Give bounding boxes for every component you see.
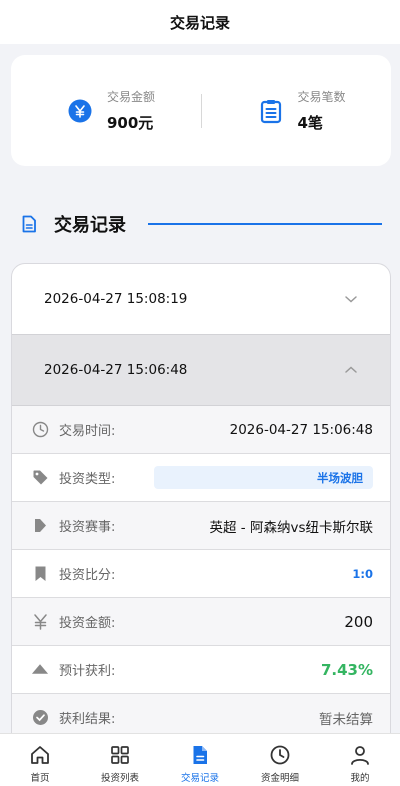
tab-home[interactable]: 首页 — [0, 734, 80, 786]
clipboard-icon — [260, 99, 281, 123]
detail-label: 投资比分: — [59, 568, 116, 583]
clock-icon — [32, 421, 48, 438]
detail-value: 200 — [344, 612, 373, 631]
detail-row-time: 交易时间: 2026-04-27 15:06:48 — [12, 406, 390, 454]
tag-icon — [33, 470, 47, 485]
detail-value: 1:0 — [352, 566, 373, 581]
clock-icon — [270, 745, 290, 765]
section-line — [148, 223, 382, 225]
tab-label: 首页 — [30, 773, 50, 784]
record-header-expanded[interactable]: 2026-04-27 15:06:48 — [12, 335, 390, 406]
detail-value: 7.43% — [320, 660, 373, 679]
detail-label: 投资金额: — [59, 616, 116, 631]
tab-records[interactable]: 交易记录 — [160, 734, 240, 786]
detail-label: 获利结果: — [59, 712, 116, 727]
summary-card: 交易金额 900元 交易笔数 4笔 — [11, 55, 391, 166]
bookmark-icon — [35, 566, 45, 581]
detail-value: 暂未结算 — [319, 711, 373, 728]
detail-label: 投资类型: — [59, 472, 116, 487]
detail-value: 英超 - 阿森纳vs纽卡斯尔联 — [209, 519, 373, 536]
play-flag-icon — [34, 519, 46, 532]
tab-label: 资金明细 — [260, 773, 299, 784]
count-value: 4笔 — [297, 114, 323, 132]
summary-amount: 交易金额 900元 — [11, 88, 201, 133]
detail-row-type: 投资类型: 半场波胆 — [12, 454, 390, 502]
check-circle-icon — [32, 710, 48, 725]
triangle-up-icon — [31, 664, 49, 674]
tab-label: 交易记录 — [180, 773, 219, 784]
amount-value: 900元 — [107, 114, 154, 132]
detail-value: 2026-04-27 15:06:48 — [229, 421, 373, 438]
top-bar: 交易记录 — [0, 0, 400, 44]
section-header: 交易记录 — [20, 210, 382, 238]
page-title: 交易记录 — [169, 13, 230, 32]
amount-label: 交易金额 — [107, 90, 156, 104]
document-icon — [193, 746, 207, 764]
record-time: 2026-04-27 15:06:48 — [44, 362, 188, 378]
detail-row-amount: 投资金额: 200 — [12, 598, 390, 646]
yen-icon — [33, 614, 47, 630]
detail-label: 投资赛事: — [59, 520, 116, 535]
grid-icon — [111, 746, 129, 764]
records-card: 2026-04-27 15:08:19 2026-04-27 15:06:48 … — [11, 263, 391, 743]
chevron-up-icon — [345, 366, 357, 373]
tab-fund-detail[interactable]: 资金明细 — [240, 734, 320, 786]
tab-invest-list[interactable]: 投资列表 — [80, 734, 160, 786]
record-details: 交易时间: 2026-04-27 15:06:48 投资类型: 半场波胆 投资赛… — [12, 406, 390, 742]
detail-row-score: 投资比分: 1:0 — [12, 550, 390, 598]
bottom-tab-bar: 首页 投资列表 交易记录 资金明细 我的 — [0, 733, 400, 786]
detail-row-match: 投资赛事: 英超 - 阿森纳vs纽卡斯尔联 — [12, 502, 390, 550]
chevron-down-icon — [345, 296, 357, 303]
user-icon — [351, 746, 369, 765]
yen-circle-icon — [68, 99, 92, 122]
detail-row-profit: 预计获利: 7.43% — [12, 646, 390, 694]
record-time: 2026-04-27 15:08:19 — [44, 291, 188, 307]
summary-count: 交易笔数 4笔 — [202, 88, 392, 133]
home-icon — [31, 746, 49, 764]
type-badge: 半场波胆 — [154, 466, 373, 489]
section-title: 交易记录 — [54, 215, 126, 236]
tab-me[interactable]: 我的 — [320, 734, 400, 786]
document-icon — [22, 215, 36, 233]
tab-label: 我的 — [350, 773, 370, 784]
detail-label: 交易时间: — [59, 424, 116, 439]
tab-label: 投资列表 — [100, 773, 139, 784]
detail-label: 预计获利: — [59, 664, 116, 679]
record-header[interactable]: 2026-04-27 15:08:19 — [12, 264, 390, 335]
count-label: 交易笔数 — [297, 90, 346, 104]
